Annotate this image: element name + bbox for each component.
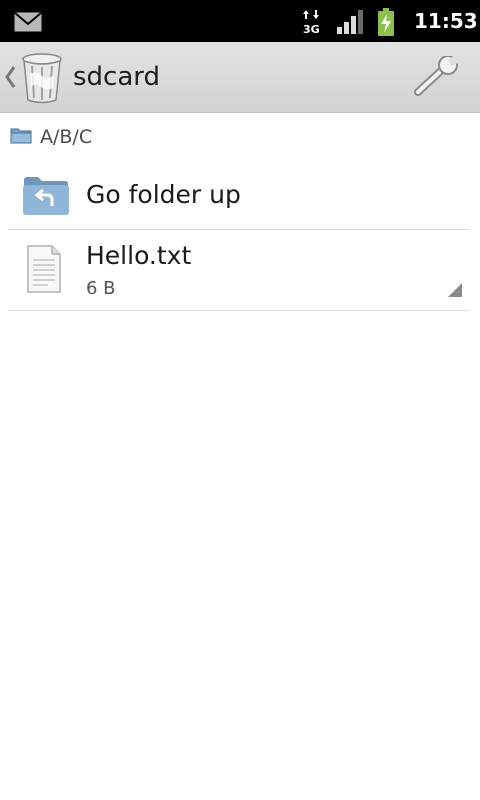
- back-chevron-icon[interactable]: [4, 63, 16, 95]
- mail-icon: [14, 12, 42, 36]
- list-item-label: Hello.txt: [86, 241, 192, 270]
- list-item-hello-txt[interactable]: Hello.txt 6 B: [8, 230, 470, 311]
- folder-up-icon: [22, 176, 70, 220]
- network-3g-icon: 3G: [302, 9, 322, 39]
- text-file-icon: [22, 244, 64, 298]
- network-type-label: 3G: [303, 23, 320, 35]
- list-item-go-folder-up[interactable]: Go folder up: [8, 159, 470, 230]
- context-menu-triangle-icon[interactable]: [448, 282, 462, 301]
- clock: 11:53: [414, 9, 478, 33]
- folder-icon: [10, 126, 32, 148]
- status-bar: 3G 11:53: [0, 0, 480, 42]
- file-size: 6 B: [86, 278, 116, 299]
- signal-icon: [336, 10, 364, 38]
- wrench-icon[interactable]: [410, 54, 462, 102]
- action-bar: sdcard: [0, 42, 480, 113]
- trash-bin-icon[interactable]: [20, 52, 64, 108]
- list-item-label: Go folder up: [86, 180, 241, 209]
- battery-charging-icon: [377, 8, 395, 40]
- app-title: sdcard: [73, 62, 161, 92]
- current-path: A/B/C: [40, 126, 93, 148]
- path-breadcrumb: A/B/C: [0, 113, 480, 159]
